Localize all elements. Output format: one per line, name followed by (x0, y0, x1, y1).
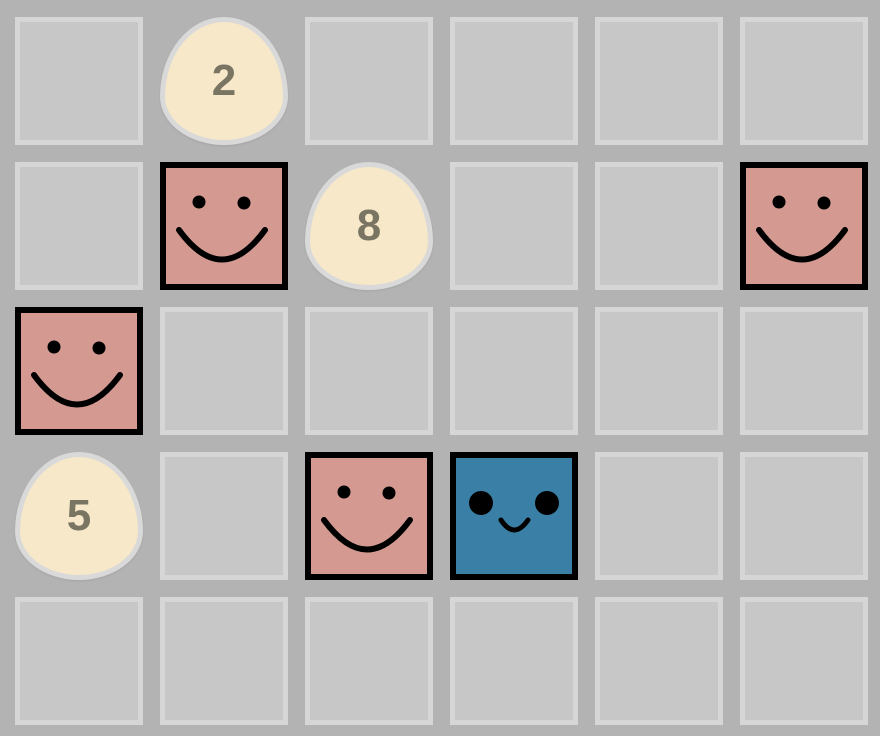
grid-cell-r0-c5[interactable] (740, 17, 868, 145)
grid-cell-r3-c5[interactable] (740, 452, 868, 580)
smile-face-icon (166, 168, 282, 284)
smiley-block[interactable] (160, 162, 288, 290)
grid-cell-r2-c5[interactable] (740, 307, 868, 435)
smile-face-icon (746, 168, 862, 284)
smile-face-icon (21, 313, 137, 429)
egg-number-label: 8 (356, 201, 382, 250)
grid-cell-r2-c1[interactable] (160, 307, 288, 435)
smiley-block[interactable] (740, 162, 868, 290)
game-board: 2 8 5 (0, 0, 880, 736)
smiley-block[interactable] (305, 452, 433, 580)
grid-cell-r0-c4[interactable] (595, 17, 723, 145)
egg-number-label: 2 (211, 56, 237, 105)
grid-cell-r0-c3[interactable] (450, 17, 578, 145)
grid-cell-r4-c5[interactable] (740, 597, 868, 725)
grid-cell-r4-c4[interactable] (595, 597, 723, 725)
smile-face-icon (311, 458, 427, 574)
grid-cell-r3-c4[interactable] (595, 452, 723, 580)
grid-cell-r1-c0[interactable] (15, 162, 143, 290)
grid-cell-r2-c2[interactable] (305, 307, 433, 435)
player-face-icon (456, 458, 572, 574)
grid-cell-r4-c2[interactable] (305, 597, 433, 725)
grid-cell-r1-c3[interactable] (450, 162, 578, 290)
grid-cell-r4-c3[interactable] (450, 597, 578, 725)
smiley-block[interactable] (15, 307, 143, 435)
grid-cell-r4-c1[interactable] (160, 597, 288, 725)
player-block[interactable] (450, 452, 578, 580)
grid-cell-r1-c4[interactable] (595, 162, 723, 290)
egg-number-label: 5 (66, 491, 92, 540)
grid-cell-r2-c3[interactable] (450, 307, 578, 435)
grid-cell-r0-c0[interactable] (15, 17, 143, 145)
grid-cell-r0-c2[interactable] (305, 17, 433, 145)
grid-cell-r2-c4[interactable] (595, 307, 723, 435)
grid-cell-r4-c0[interactable] (15, 597, 143, 725)
grid-cell-r3-c1[interactable] (160, 452, 288, 580)
